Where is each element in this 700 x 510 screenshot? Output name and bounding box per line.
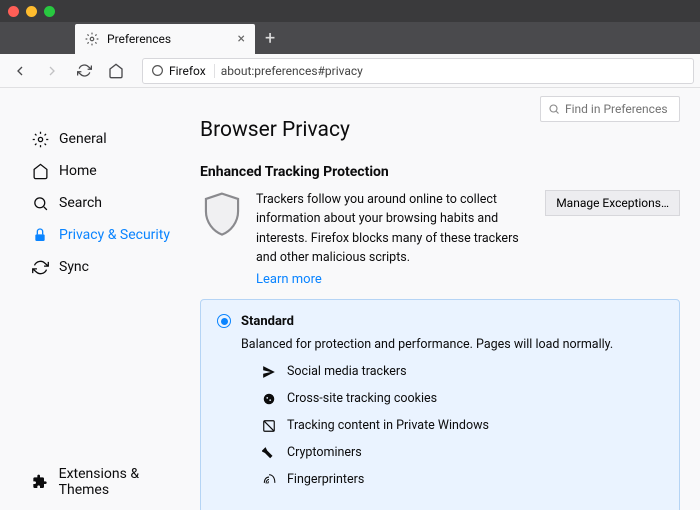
tab-title: Preferences	[107, 32, 230, 46]
manage-exceptions-button[interactable]: Manage Exceptions…	[545, 190, 680, 216]
search-icon	[31, 195, 49, 212]
sidebar-label: Extensions & Themes	[59, 466, 190, 498]
sidebar: General Home Search Privacy & Security S…	[0, 88, 190, 510]
zoom-window-icon[interactable]	[44, 6, 55, 17]
sidebar-label: Home	[59, 163, 97, 179]
back-button[interactable]	[6, 57, 34, 85]
home-icon	[31, 163, 49, 180]
lock-icon	[31, 227, 49, 243]
close-window-icon[interactable]	[8, 6, 19, 17]
gear-icon	[31, 131, 49, 148]
home-button[interactable]	[102, 57, 130, 85]
new-tab-button[interactable]: +	[255, 28, 285, 49]
find-placeholder: Find in Preferences	[565, 102, 668, 116]
shield-icon	[200, 190, 244, 287]
protection-list: Social media trackers Cross-site trackin…	[261, 364, 663, 488]
standard-radio[interactable]	[217, 314, 231, 328]
tracking-content-icon	[261, 418, 277, 434]
social-trackers-icon	[261, 364, 277, 380]
url-bar[interactable]: Firefox about:preferences#privacy	[142, 58, 694, 84]
list-item: Cross-site tracking cookies	[261, 391, 663, 407]
window-controls	[8, 6, 55, 17]
standard-mode-card[interactable]: Standard Balanced for protection and per…	[200, 299, 680, 510]
sidebar-label: Search	[59, 195, 102, 211]
sidebar-item-home[interactable]: Home	[20, 155, 190, 187]
sync-icon	[31, 259, 49, 276]
tab-strip: Preferences × +	[0, 22, 700, 54]
cryptominer-icon	[261, 445, 277, 461]
gear-icon	[85, 32, 99, 46]
learn-more-link[interactable]: Learn more	[256, 272, 322, 287]
etp-heading: Enhanced Tracking Protection	[200, 164, 680, 180]
sidebar-item-sync[interactable]: Sync	[20, 251, 190, 283]
toolbar: Firefox about:preferences#privacy	[0, 54, 700, 88]
url-text: about:preferences#privacy	[221, 64, 363, 78]
list-item: Fingerprinters	[261, 472, 663, 488]
close-tab-icon[interactable]: ×	[238, 31, 245, 47]
tab-preferences[interactable]: Preferences ×	[75, 24, 255, 54]
sidebar-item-general[interactable]: General	[20, 123, 190, 155]
sidebar-item-extensions[interactable]: Extensions & Themes	[20, 466, 190, 498]
cookie-icon	[261, 391, 277, 407]
sidebar-item-privacy[interactable]: Privacy & Security	[20, 219, 190, 251]
etp-description: Trackers follow you around online to col…	[256, 190, 533, 268]
minimize-window-icon[interactable]	[26, 6, 37, 17]
reload-button[interactable]	[70, 57, 98, 85]
main-content: Browser Privacy Enhanced Tracking Protec…	[190, 88, 700, 510]
identity-box[interactable]: Firefox	[151, 64, 215, 78]
puzzle-icon	[31, 474, 49, 490]
firefox-icon	[151, 64, 164, 77]
list-item: Tracking content in Private Windows	[261, 418, 663, 434]
list-item: Cryptominers	[261, 445, 663, 461]
standard-title: Standard	[241, 314, 294, 329]
forward-button[interactable]	[38, 57, 66, 85]
sidebar-label: General	[59, 131, 107, 147]
titlebar	[0, 0, 700, 22]
search-icon	[548, 103, 560, 115]
list-item: Social media trackers	[261, 364, 663, 380]
identity-label: Firefox	[169, 64, 206, 78]
sidebar-item-search[interactable]: Search	[20, 187, 190, 219]
sidebar-label: Sync	[59, 259, 89, 275]
fingerprint-icon	[261, 472, 277, 488]
standard-subtitle: Balanced for protection and performance.…	[241, 337, 663, 352]
find-in-preferences[interactable]: Find in Preferences	[540, 96, 680, 122]
sidebar-label: Privacy & Security	[59, 227, 170, 243]
